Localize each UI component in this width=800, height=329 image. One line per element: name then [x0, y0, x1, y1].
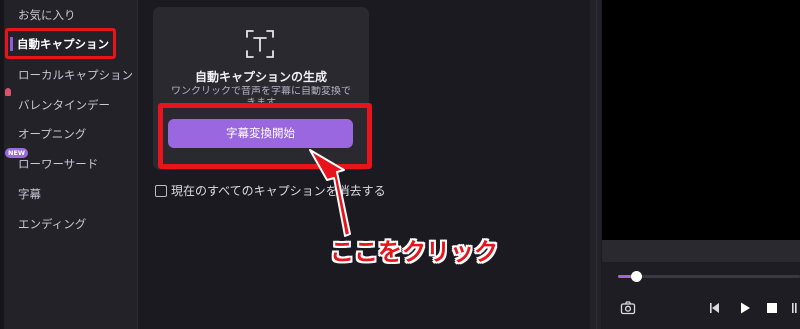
- card-title: 自動キャプションの生成: [194, 70, 327, 84]
- sidebar-item-opening[interactable]: オープニング: [18, 126, 86, 142]
- next-icon[interactable]: [790, 300, 800, 316]
- sidebar-item-ending[interactable]: エンディング: [18, 216, 86, 232]
- text-icon: [246, 30, 274, 58]
- sidebar-item-lower-third[interactable]: ローワーサード: [18, 156, 98, 172]
- divider-line: [596, 0, 597, 329]
- scrub-track[interactable]: [618, 275, 800, 278]
- sidebar-item-valentine[interactable]: バレンタインデー: [18, 97, 110, 113]
- clear-captions-option[interactable]: 現在のすべてのキャプションを消去する: [155, 182, 386, 199]
- sidebar-item-auto-caption[interactable]: 自動キャプション: [13, 33, 113, 55]
- card-description: ワンクリックで音声を字幕に自動変換できます: [171, 86, 351, 104]
- camera-icon[interactable]: [620, 300, 636, 316]
- clear-captions-checkbox[interactable]: [155, 184, 167, 197]
- sidebar-item-favorites[interactable]: お気に入り: [18, 7, 76, 23]
- clear-captions-label: 現在のすべてのキャプションを消去する: [171, 184, 386, 198]
- click-here-annotation: ここをクリック: [330, 238, 498, 266]
- heart-icon: [5, 88, 11, 96]
- play-icon[interactable]: [737, 300, 753, 316]
- scrub-handle[interactable]: [631, 271, 642, 282]
- start-subtitle-conversion-button[interactable]: 字幕変換開始: [168, 119, 353, 148]
- prev-frame-icon[interactable]: [707, 300, 723, 316]
- sidebar-item-subtitles[interactable]: 字幕: [18, 186, 41, 202]
- video-preview: [602, 0, 800, 240]
- timeline-strip: [602, 240, 800, 262]
- stop-icon[interactable]: [764, 300, 780, 316]
- sidebar-edge: [0, 0, 4, 329]
- sidebar-item-local-caption[interactable]: ローカルキャプション: [18, 67, 133, 83]
